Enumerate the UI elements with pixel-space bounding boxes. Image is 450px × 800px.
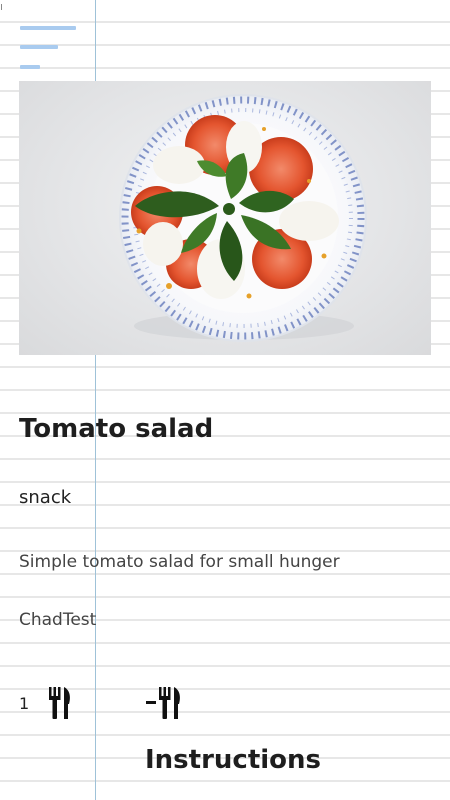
fork-knife-icon (47, 685, 73, 725)
fork-knife-icon (159, 687, 180, 719)
recipe-author: ChadTest (19, 610, 97, 630)
hamburger-menu-icon[interactable] (20, 26, 78, 72)
servings-count: 1 (19, 694, 30, 713)
menu-bar-bottom (20, 65, 40, 69)
remove-serving-button[interactable] (146, 685, 182, 721)
menu-bar-top (20, 26, 76, 30)
recipe-title: Tomato salad (19, 414, 214, 444)
recipe-category: snack (19, 487, 72, 508)
recipe-photo (19, 81, 431, 355)
menu-bar-middle (20, 45, 58, 49)
instructions-heading: Instructions (145, 745, 322, 775)
corner-mark (1, 4, 2, 10)
minus-icon (146, 701, 156, 704)
recipe-description: Simple tomato salad for small hunger (19, 552, 340, 572)
